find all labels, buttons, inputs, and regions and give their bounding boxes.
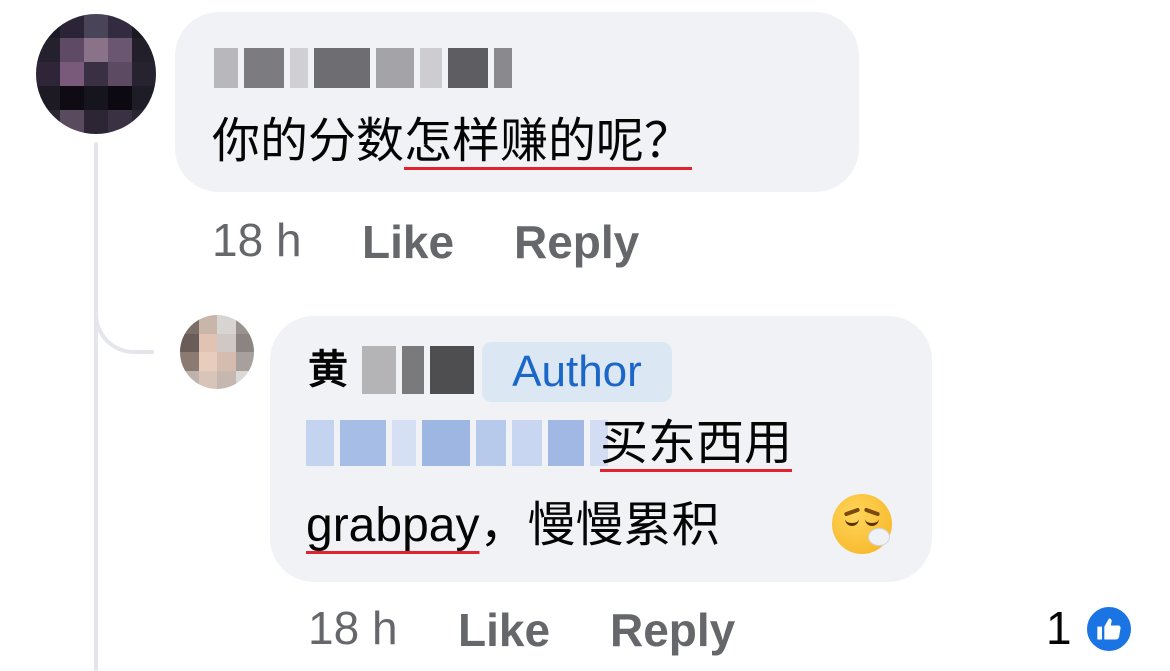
reply-timestamp[interactable]: 18 h: [308, 600, 398, 656]
mentioned-user-redacted[interactable]: [306, 420, 608, 466]
commenter-name-redacted[interactable]: [214, 48, 512, 88]
reply-author-avatar[interactable]: [180, 315, 254, 389]
author-badge: Author: [482, 342, 672, 402]
reply-line-1: 买东西用: [600, 412, 792, 474]
comment-like-button[interactable]: Like: [362, 214, 454, 270]
comment-text-marked: 怎样赚的呢？: [404, 113, 693, 169]
comment-reply-button[interactable]: Reply: [514, 214, 639, 270]
like-icon[interactable]: [1084, 604, 1134, 654]
comment-text: 你的分数怎样赚的呢？: [212, 110, 692, 172]
reply-reply-button[interactable]: Reply: [610, 602, 735, 658]
reply-author-name[interactable]: 黄: [308, 342, 348, 398]
thread-line: [94, 142, 98, 671]
thread-connector: [94, 290, 154, 354]
commenter-avatar[interactable]: [36, 14, 156, 134]
comment-text-plain: 你的分数: [212, 113, 405, 169]
comment-timestamp[interactable]: 18 h: [212, 212, 302, 268]
reply-line-2-plain: ，慢慢累积: [479, 497, 720, 553]
reply-line-2: grabpay，慢慢累积: [306, 494, 719, 557]
reply-line-2-marked: grabpay: [306, 499, 480, 552]
face-exhaling-emoji: [832, 494, 892, 554]
reply-line-1-marked: 买东西用: [600, 415, 793, 471]
reaction-count[interactable]: 1: [1046, 600, 1072, 656]
reply-like-button[interactable]: Like: [458, 602, 550, 658]
reply-author-name-redacted[interactable]: [362, 346, 474, 394]
